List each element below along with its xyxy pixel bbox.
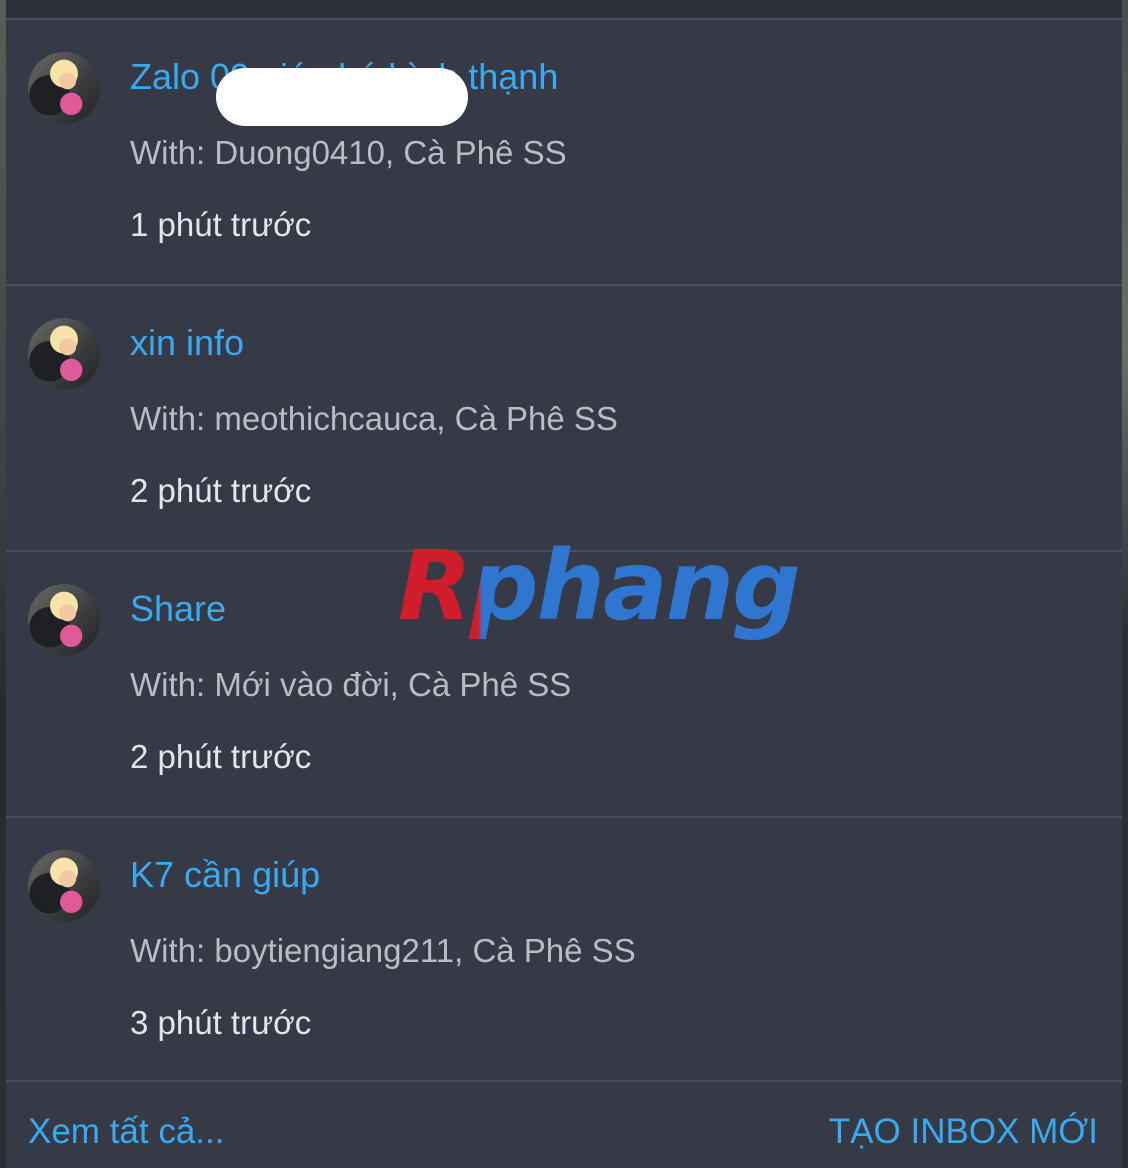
conversation-title[interactable]: K7 cần giúp: [130, 854, 320, 896]
avatar: [28, 52, 100, 124]
conversation-item[interactable]: Zalo 09 giúp bé bình thạnh With: Duong04…: [6, 18, 1122, 282]
conversation-participants: With: meothichcauca, Cà Phê SS: [130, 400, 618, 437]
conversation-time: 3 phút trước: [130, 1004, 312, 1041]
avatar: [28, 584, 100, 656]
conversation-time: 2 phút trước: [130, 738, 312, 775]
avatar: [28, 318, 100, 390]
conversation-participants: With: Duong0410, Cà Phê SS: [130, 134, 567, 171]
dropdown-footer: Xem tất cả... TẠO INBOX MỚI: [6, 1080, 1122, 1168]
avatar: [28, 850, 100, 922]
see-all-link[interactable]: Xem tất cả...: [28, 1112, 224, 1152]
redaction-mark: [216, 68, 468, 126]
watermark-logo: Rphang: [398, 530, 801, 642]
conversation-participants: With: Mới vào đời, Cà Phê SS: [130, 666, 572, 703]
conversation-time: 1 phút trước: [130, 206, 312, 243]
background-right-edge: [1122, 0, 1128, 1168]
conversation-title[interactable]: Share: [130, 588, 226, 630]
panel-top-strip: [6, 0, 1122, 18]
conversation-participants: With: boytiengiang211, Cà Phê SS: [130, 932, 636, 969]
conversation-title[interactable]: xin info: [130, 322, 244, 364]
conversation-time: 2 phút trước: [130, 472, 312, 509]
conversation-item[interactable]: xin info With: meothichcauca, Cà Phê SS …: [6, 284, 1122, 548]
new-inbox-button[interactable]: TẠO INBOX MỚI: [829, 1112, 1098, 1152]
conversation-item[interactable]: K7 cần giúp With: boytiengiang211, Cà Ph…: [6, 816, 1122, 1080]
